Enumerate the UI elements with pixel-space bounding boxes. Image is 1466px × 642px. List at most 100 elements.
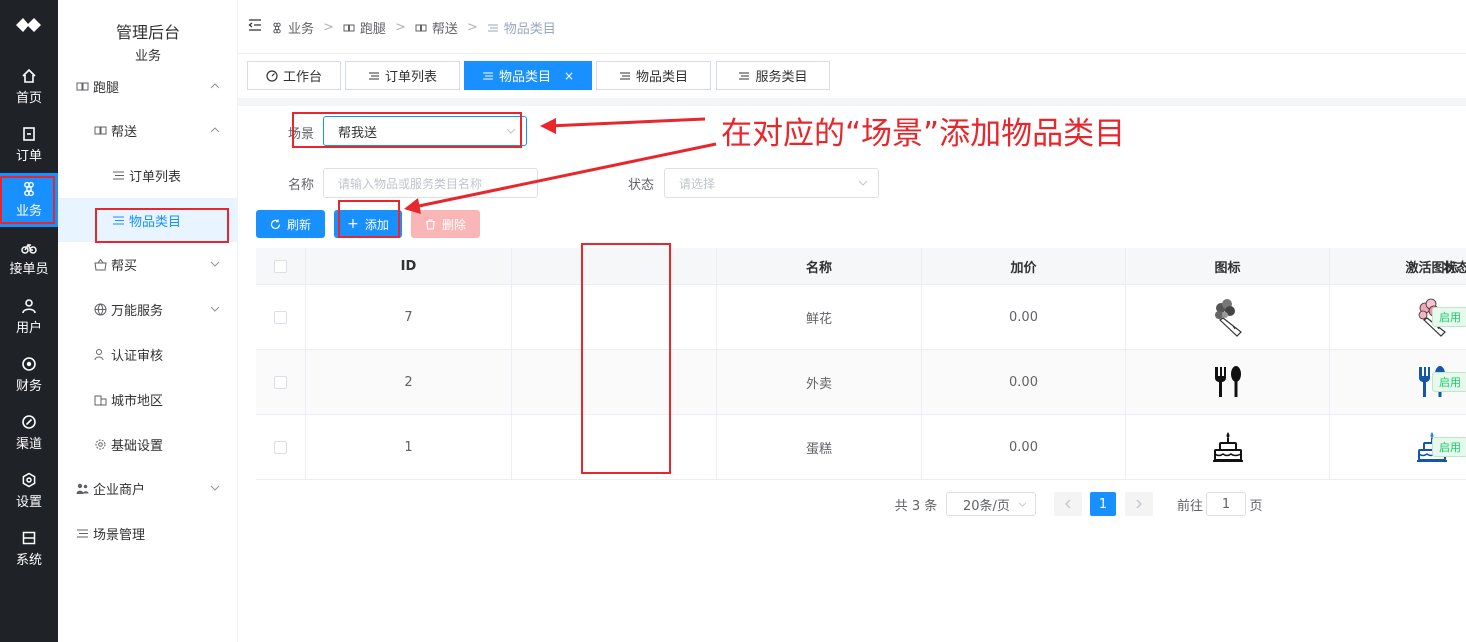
rail-item-users[interactable]: 用户 [0,290,58,344]
table-row[interactable]: 1 蛋糕 0.00 启用 [256,415,1466,480]
sidebar-item-label: 城市地区 [111,393,164,409]
rail-item-label: 渠道 [15,437,42,452]
list-icon [619,72,630,79]
rail-item-label: 财务 [15,379,42,394]
table-row[interactable]: 2 外卖 0.00 启用 [256,350,1466,415]
tab-close-icon[interactable]: × [564,69,574,83]
header-cell: 图标 [1126,248,1330,284]
table-row[interactable]: 7 鲜花 0.00 启用 [256,285,1466,350]
tab-item-category-active[interactable]: 物品类目 × [464,61,592,90]
command-icon [273,22,281,33]
goto-page-input[interactable]: 1 [1206,492,1246,516]
row-checkbox[interactable] [274,310,287,324]
breadcrumb-item[interactable]: 帮送 [432,18,458,37]
tab-order-list[interactable]: 订单列表 [345,61,460,90]
sidebar-item-universal-service[interactable]: 万能服务 [58,287,238,331]
chevron-down-icon [210,306,220,312]
name-cell: 鲜花 [717,285,922,349]
delete-label: 删除 [441,217,466,232]
status-label: 状态 [628,178,655,193]
id-cell: 1 [306,415,512,479]
arrow-to-scene-line [547,117,706,128]
settings-icon [22,472,36,488]
delete-button[interactable]: 删除 [411,210,480,238]
trash-icon [425,218,435,230]
page-size-select[interactable]: 20条/页 [946,492,1036,516]
price-cell: 0.00 [922,350,1126,414]
sidebar-item-scene-management[interactable]: 场景管理 [58,511,238,555]
rail-item-orders[interactable]: 订单 [0,118,58,172]
highlight-scene-select [292,112,522,148]
icon-cell [1126,415,1330,479]
deliver-icon [94,126,107,134]
row-select-cell [256,350,306,414]
tab-item-category[interactable]: 物品类目 [596,61,711,90]
table-header: ID 名称 加价 图标 激活图标 状态 [256,248,1466,285]
icon-cell [1126,350,1330,414]
tab-workbench[interactable]: 工作台 [247,61,341,90]
select-all-checkbox[interactable] [274,259,287,273]
list-icon [77,529,88,537]
name-cell: 外卖 [717,350,922,414]
section-title: 业务 [134,49,161,64]
rail-item-settings[interactable]: 设置 [0,464,58,518]
next-page-button[interactable] [1125,492,1153,516]
sidebar-item-errand[interactable]: 跑腿 [58,64,238,108]
highlight-rail-business [0,176,55,224]
rail-item-couriers[interactable]: 接单员 [0,231,58,285]
id-cell: 7 [306,285,512,349]
cake-icon [1212,432,1243,462]
list-icon [113,171,124,179]
sidebar-item-city-region[interactable]: 城市地区 [58,377,238,421]
user-icon [22,299,36,314]
rail-item-label: 接单员 [9,262,49,277]
menu-fold-icon[interactable] [248,18,262,32]
chevron-up-icon [210,127,220,133]
breadcrumb-current: 物品类目 [503,22,556,37]
rail-item-channels[interactable]: 渠道 [0,406,58,460]
highlight-item-category [95,208,229,243]
sidebar-item-order-list[interactable]: 订单列表 [58,153,238,197]
breadcrumb-item[interactable]: 业务 [288,18,314,37]
refresh-button[interactable]: 刷新 [256,210,325,238]
status-cell: 启用 [1412,415,1466,479]
sidebar-item-verification[interactable]: 认证审核 [58,332,238,376]
sidebar-item-enterprise[interactable]: 企业商户 [58,466,238,510]
status-select[interactable]: 请选择 [664,168,879,198]
pagination-total: 共 3 条 [894,498,938,514]
name-label: 名称 [288,178,315,193]
row-checkbox[interactable] [274,440,287,454]
tab-service-category[interactable]: 服务类目 [716,61,830,90]
row-checkbox[interactable] [274,375,287,389]
sidebar-item-label: 场景管理 [93,527,146,543]
deliver-icon [415,24,427,31]
select-all-cell [256,248,306,284]
rail-item-finance[interactable]: 财务 [0,348,58,402]
sidebar-item-basic-settings[interactable]: 基础设置 [58,422,238,466]
sidebar-item-label: 帮送 [111,124,138,140]
tab-label: 订单列表 [384,70,437,85]
list-icon [739,72,750,79]
goto-label: 前往 [1176,498,1203,514]
chevron-up-icon [210,83,220,89]
gear-icon [95,439,106,449]
name-input[interactable]: 请输入物品或服务类目名称 [323,168,538,198]
prev-page-button[interactable] [1054,492,1082,516]
sidebar-item-label: 订单列表 [129,169,182,185]
highlight-name-column [581,243,671,474]
icon-cell [1126,285,1330,349]
finance-icon [22,357,36,371]
refresh-label: 刷新 [286,217,311,232]
sidebar-item-deliver[interactable]: 帮送 [58,108,238,152]
sidebar-item-buy[interactable]: 帮买 [58,242,238,286]
building-icon [94,395,107,405]
errand-icon [76,82,89,90]
chevron-down-icon [858,180,868,186]
list-icon [482,72,493,79]
sidebar-item-label: 认证审核 [111,348,164,364]
rail-item-system[interactable]: 系统 [0,522,58,576]
breadcrumb-item[interactable]: 跑腿 [360,18,386,37]
page-unit-label: 页 [1249,498,1263,514]
page-number-current[interactable]: 1 [1090,492,1116,516]
rail-item-home[interactable]: 首页 [0,60,58,114]
